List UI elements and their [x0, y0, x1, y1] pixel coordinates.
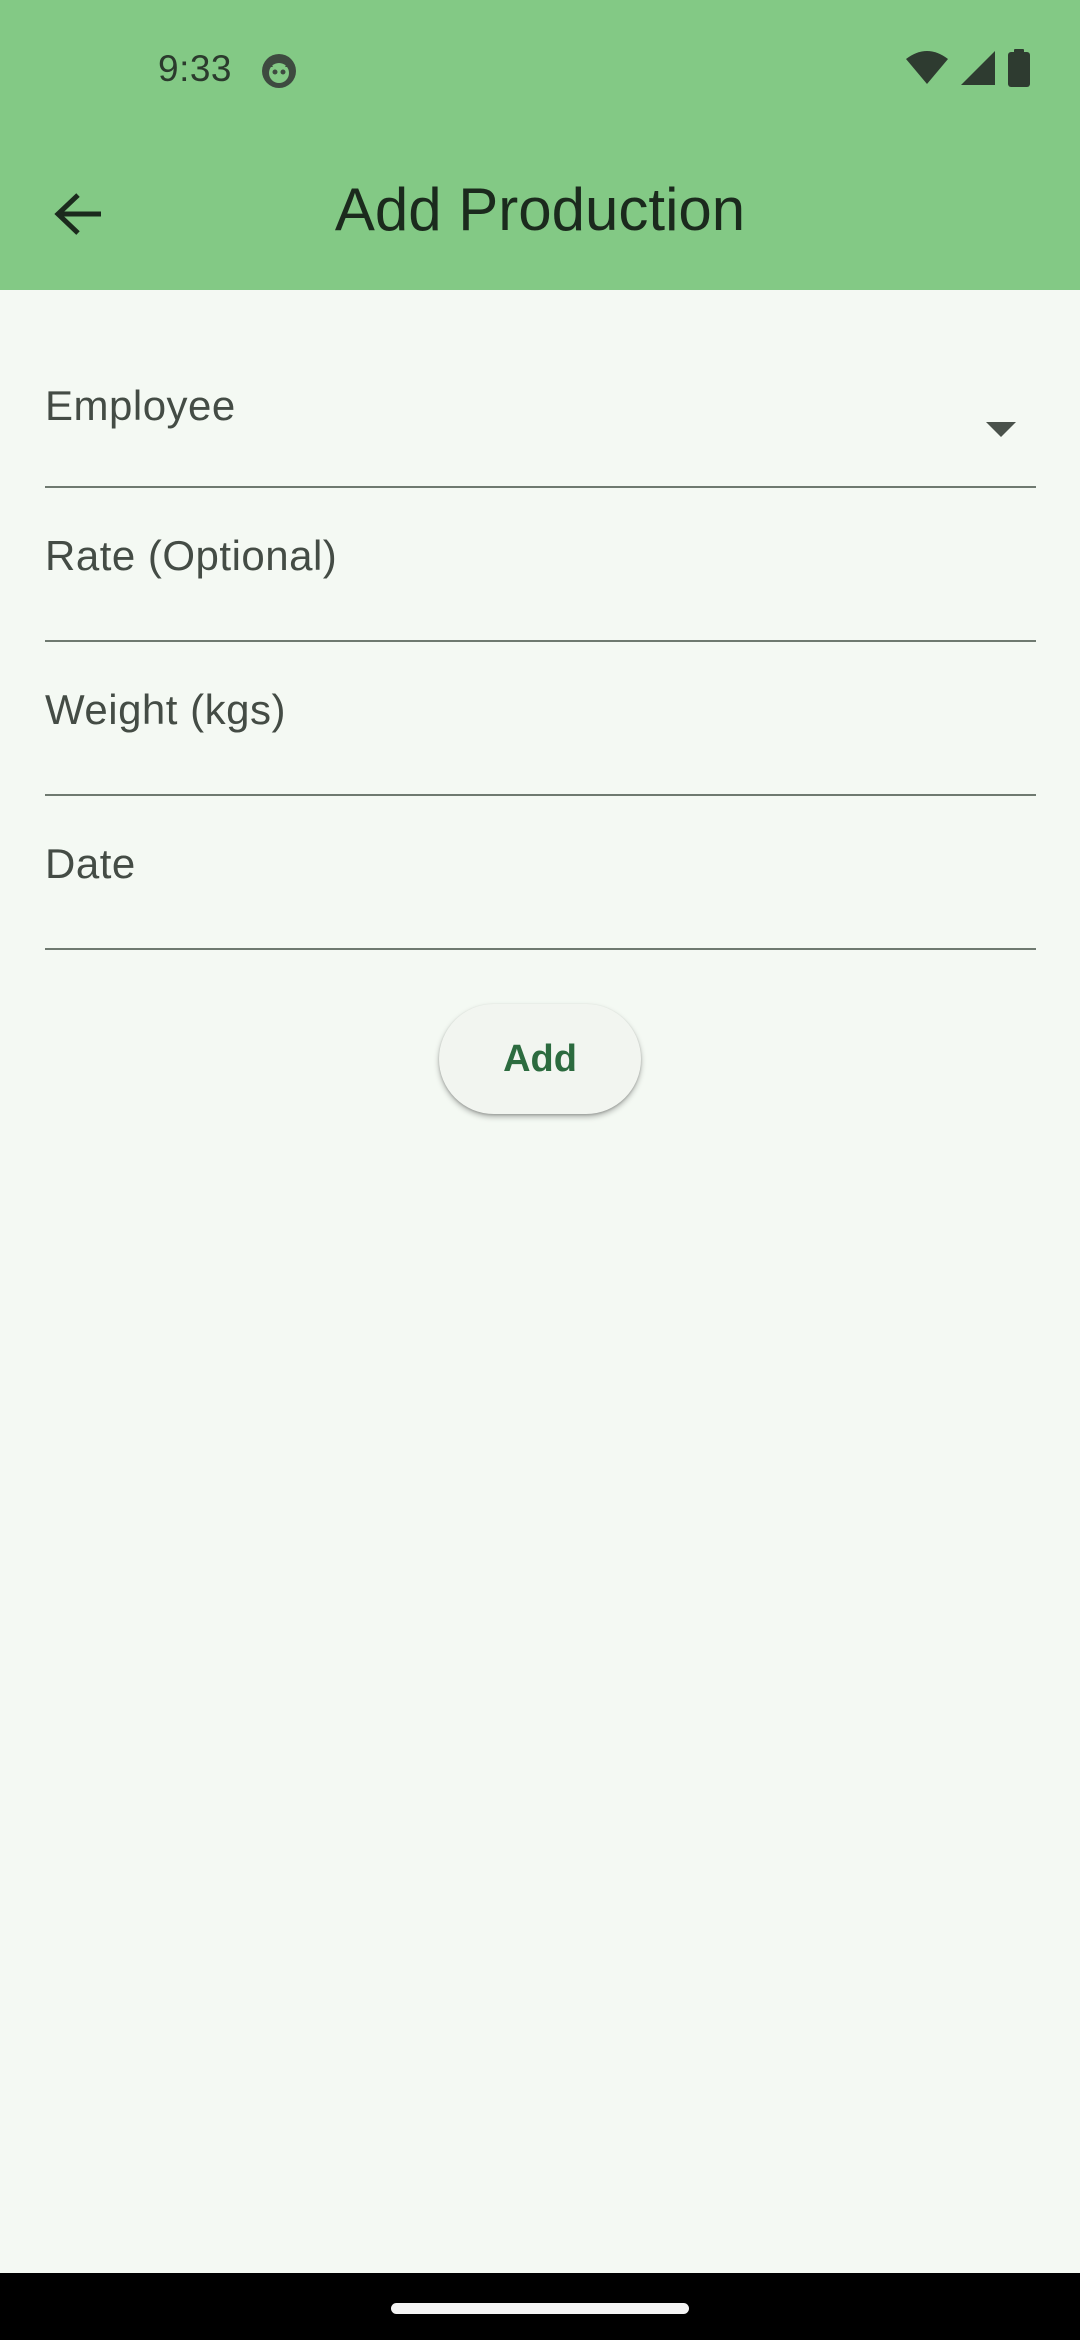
page-title: Add Production [334, 176, 746, 243]
app-notification-icon [260, 52, 298, 90]
date-field[interactable]: Date [45, 796, 1036, 950]
employee-dropdown[interactable]: Employee [45, 290, 1036, 488]
battery-icon [1008, 48, 1030, 92]
app-bar: 9:33 Add Production [0, 0, 1080, 290]
add-button[interactable]: Add [439, 1004, 641, 1114]
rate-field[interactable]: Rate (Optional) [45, 488, 1036, 642]
cell-signal-icon [960, 50, 996, 91]
wifi-icon [906, 50, 948, 90]
weight-field[interactable]: Weight (kgs) [45, 642, 1036, 796]
date-label: Date [45, 840, 136, 887]
employee-label: Employee [45, 382, 236, 429]
home-indicator[interactable] [391, 2303, 689, 2314]
navigation-bar [0, 2273, 1080, 2340]
dropdown-caret-icon [986, 422, 1016, 437]
weight-label: Weight (kgs) [45, 686, 286, 733]
status-bar: 9:33 [0, 0, 1080, 140]
add-production-form: Employee Rate (Optional) Weight (kgs) Da… [45, 290, 1036, 950]
status-time: 9:33 [158, 48, 233, 89]
status-icons [906, 48, 1030, 92]
toolbar: Add Production [0, 150, 1080, 270]
rate-label: Rate (Optional) [45, 532, 338, 579]
